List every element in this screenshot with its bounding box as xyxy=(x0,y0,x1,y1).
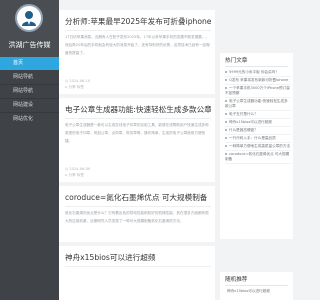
hot-article-item[interactable]: 5999元的小米平板 你会买吗？ xyxy=(225,69,291,77)
widget-title: 随机推荐 xyxy=(225,277,248,283)
hot-articles-list: 5999元的小米平板 你会买吗？ Q发布 苹果将发布新款可折叠iphone 一个… xyxy=(225,69,291,164)
nav-item-site-nav-2[interactable]: 网站导航 xyxy=(0,85,59,98)
nav-item-site-build[interactable]: 网站建设 xyxy=(0,99,59,112)
divider xyxy=(65,206,211,207)
hot-article-item[interactable]: Q发布 苹果将发布新款可折叠iphone xyxy=(225,77,291,85)
bullet-icon xyxy=(225,121,227,123)
hot-article-item[interactable]: 神舟x15bios可以进行超频 xyxy=(225,119,291,127)
hot-article-item[interactable]: 什么是固态硬盘？ xyxy=(225,127,291,135)
site-name: 洪湖广告传媒 xyxy=(8,41,51,49)
article-title[interactable]: 电子公章生成器功能:快速轻松生成多款公章 xyxy=(65,104,211,115)
bullet-icon xyxy=(225,129,227,131)
article-date-text: 2024-06-09 xyxy=(69,167,91,171)
article-tags-text: 分享 标签 xyxy=(68,173,84,177)
hot-article-item[interactable]: 一行代码入手：什么是高品质 xyxy=(225,135,291,143)
article-date-text: 2024-06-10 xyxy=(69,79,91,83)
nav-item-site-nav-1[interactable]: 网站导航 xyxy=(0,71,59,84)
hot-article-item[interactable]: 电子支付是什么？ xyxy=(225,111,291,119)
article-excerpt: 氮化石墨烯的优点是什么？它有着出色的导电性能和较好的机械性能，其在很多方面都有很… xyxy=(65,211,209,223)
logo-avatar xyxy=(15,4,43,32)
widget-title-underline xyxy=(225,66,288,67)
hot-articles-widget: 热门文章 5999元的小米平板 你会买吗？ Q发布 苹果将发布新款可折叠ipho… xyxy=(220,53,293,239)
nav-item-home[interactable]: 首页 xyxy=(0,57,59,70)
article-tags-text: 分享 标签 xyxy=(68,85,84,89)
bullet-icon xyxy=(225,153,227,155)
bullet-icon xyxy=(225,79,227,81)
widget-title: 热门文章 xyxy=(225,58,248,64)
bullet-icon xyxy=(225,137,227,139)
article-excerpt: 17日访苹果消息。近期有人在知乎发布2025年。17年以来苹果手机的发展不断发展… xyxy=(65,35,210,55)
nav-item-site-seo[interactable]: 网站优化 xyxy=(0,113,59,126)
random-recommend-list: 神舟x15bios可以进行超频 xyxy=(225,288,291,294)
article-tags[interactable]: ⌂ 分享 标签 xyxy=(65,84,84,90)
article-card: 电子公章生成器功能:快速轻松生成多款公章 电子公章生成器是一款可以生成在线电子印… xyxy=(59,98,215,182)
article-title[interactable]: 神舟x15bios可以进行超频 xyxy=(65,252,211,263)
random-recommend-widget: 随机推荐 神舟x15bios可以进行超频 xyxy=(220,272,293,300)
bullet-icon xyxy=(225,71,227,73)
hot-article-item[interactable]: 电子公章生成器功能:快速轻松生成多款公章 xyxy=(225,98,291,111)
article-excerpt: 电子公章生成器是一款可以生成在线电子印章的实用工具，能够在线帮助用户快速生成多种… xyxy=(65,123,209,143)
recommend-item[interactable]: 神舟x15bios可以进行超频 xyxy=(225,288,291,294)
divider xyxy=(65,118,211,119)
divider xyxy=(65,30,211,31)
bullet-icon xyxy=(225,100,227,102)
bullet-icon xyxy=(225,87,227,89)
article-card: 分析师:苹果最早2025年发布可折叠iphone 17日访苹果消息。近期有人在知… xyxy=(59,10,215,94)
divider xyxy=(65,266,211,267)
left-sidebar: 洪湖广告传媒 首页 网站导航 网站导航 网站建设 网站优化 xyxy=(0,0,59,300)
page: 洪湖广告传媒 首页 网站导航 网站导航 网站建设 网站优化 分析师:苹果最早20… xyxy=(0,0,300,300)
hot-article-item[interactable]: coroduce=氮化石墨烯优点 可大规模制备 xyxy=(225,151,291,164)
article-tags[interactable]: ⌂ 分享 标签 xyxy=(65,172,84,178)
logo-area[interactable]: 洪湖广告传媒 xyxy=(0,0,59,57)
article-card: coroduce=氮化石墨烯优点 可大规模制备 氮化石墨烯的优点是什么？它有着出… xyxy=(59,186,215,242)
hot-article-item[interactable]: 一个苹果手机3000万个iPhone预订量不如预期 xyxy=(225,85,291,98)
person-silhouette-icon xyxy=(22,11,36,26)
bullet-icon xyxy=(225,113,227,115)
hot-article-item[interactable]: 一种简单方便地生成高质量公章的方法 xyxy=(225,143,291,151)
article-title[interactable]: 分析师:苹果最早2025年发布可折叠iphone xyxy=(65,16,211,27)
bullet-icon xyxy=(225,145,227,147)
article-card: 神舟x15bios可以进行超频 xyxy=(59,246,215,300)
article-title[interactable]: coroduce=氮化石墨烯优点 可大规模制备 xyxy=(65,192,211,203)
widget-title-underline xyxy=(225,285,288,286)
